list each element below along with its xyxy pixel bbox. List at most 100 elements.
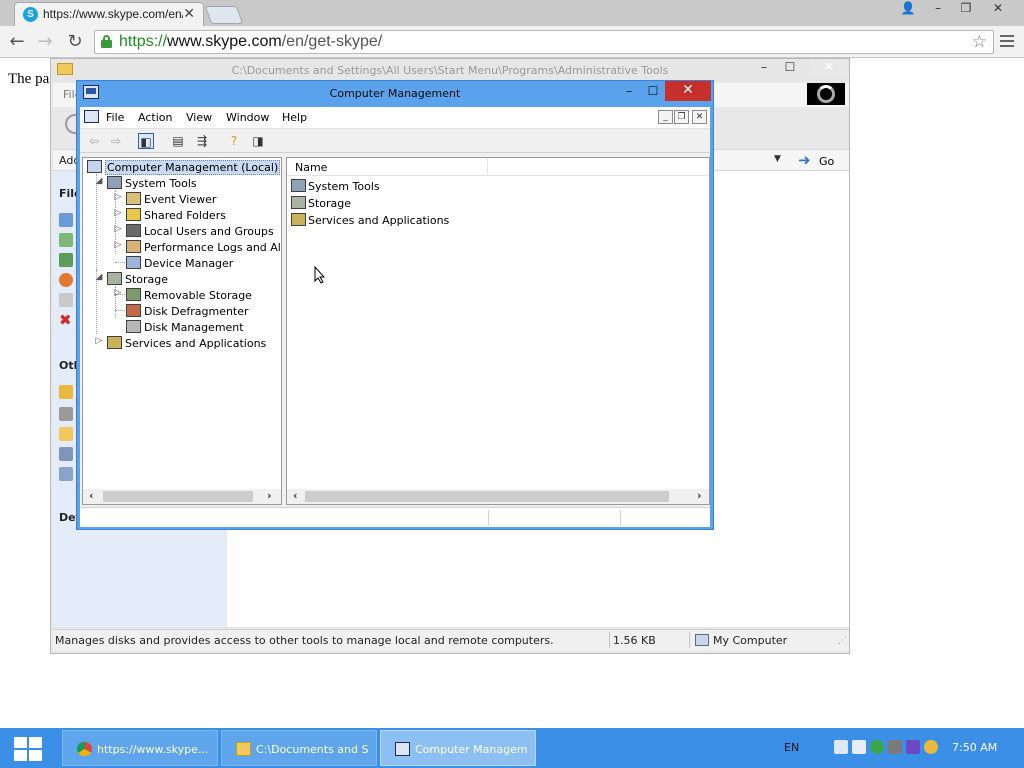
language-indicator[interactable]: EN	[784, 741, 799, 754]
mdi-close-button[interactable]: ✕	[692, 110, 707, 124]
address-dropdown-icon[interactable]: ▼	[774, 154, 781, 164]
tree-shared-folders[interactable]: ▷ Shared Folders	[115, 208, 226, 223]
address-bar[interactable]: https://www.skype.com/en/get-skype/ ☆	[94, 30, 994, 54]
expand-arrow-icon[interactable]: ▷	[113, 208, 123, 218]
folder-icon-2[interactable]	[59, 427, 73, 441]
taskbar-item-explorer[interactable]: C:\Documents and S...	[221, 730, 377, 766]
tree-event-viewer[interactable]: ▷ Event Viewer	[115, 192, 216, 207]
scroll-thumb[interactable]	[103, 491, 253, 502]
tree-local-users[interactable]: ▷ Local Users and Groups	[115, 224, 274, 239]
mouse-cursor-icon	[314, 266, 326, 284]
cm-minimize-button[interactable]: –	[617, 83, 641, 101]
cm-maximize-button[interactable]: ☐	[641, 83, 665, 101]
mdi-system-menu-icon[interactable]	[84, 110, 99, 123]
task-icon-3[interactable]	[59, 253, 73, 267]
back-arrow-icon[interactable]: ←	[6, 31, 28, 53]
folder-icon-1[interactable]	[59, 385, 73, 399]
resize-grip-icon[interactable]: ⋰	[838, 636, 847, 646]
clock[interactable]: 7:50 AM	[952, 741, 997, 754]
tray-safely-remove-icon[interactable]	[852, 740, 866, 754]
tree-disk-defragmenter[interactable]: Disk Defragmenter	[126, 304, 249, 319]
column-header-name[interactable]: Name	[287, 158, 709, 176]
mdi-restore-button[interactable]: ❐	[674, 110, 689, 124]
tree-root[interactable]: Computer Management (Local)	[87, 160, 281, 175]
tab-close-icon[interactable]: ✕	[183, 6, 195, 22]
windows-start-icon[interactable]	[14, 737, 42, 761]
chrome-menu-icon[interactable]	[1000, 32, 1016, 52]
detail-horizontal-scrollbar[interactable]: ‹ ›	[287, 489, 709, 504]
computer-management-icon	[395, 742, 410, 756]
new-tab-button[interactable]	[204, 6, 244, 24]
scroll-right-icon[interactable]: ›	[267, 489, 272, 503]
tab-skype[interactable]: S https://www.skype.com/en/ ✕	[14, 2, 204, 26]
properties-icon[interactable]: ▤	[170, 133, 186, 149]
close-window-button[interactable]: ✕	[984, 0, 1012, 18]
forward-arrow-icon[interactable]: →	[34, 31, 56, 53]
tree-performance-logs[interactable]: ▷ Performance Logs and Alert	[115, 240, 281, 255]
computer-icon[interactable]	[59, 447, 73, 461]
bookmark-star-icon[interactable]: ☆	[972, 32, 987, 52]
tray-shield-icon[interactable]	[888, 740, 902, 754]
task-icon-4[interactable]	[59, 273, 73, 287]
scroll-left-icon[interactable]: ‹	[89, 489, 94, 503]
taskbar-item-chrome[interactable]: https://www.skype....	[62, 730, 218, 766]
tree-disk-management[interactable]: Disk Management	[126, 320, 244, 335]
expand-arrow-icon[interactable]: ▷	[113, 224, 123, 234]
menu-help[interactable]: Help	[282, 111, 307, 124]
tray-app-icon[interactable]	[906, 740, 920, 754]
task-icon-5[interactable]	[59, 293, 73, 307]
reload-icon[interactable]: ↻	[64, 31, 86, 53]
menu-window[interactable]: Window	[226, 111, 269, 124]
cm-close-button[interactable]: ✕	[665, 81, 711, 101]
expand-arrow-icon[interactable]: ▷	[113, 288, 123, 298]
tree-removable-storage[interactable]: ▷ Removable Storage	[115, 288, 252, 303]
tray-network-icon[interactable]	[834, 740, 848, 754]
task-icon-1[interactable]	[59, 213, 73, 227]
scroll-right-icon[interactable]: ›	[697, 489, 702, 503]
menu-file[interactable]: File	[106, 111, 124, 124]
network-icon[interactable]	[59, 467, 73, 481]
collapse-arrow-icon[interactable]: ◢	[94, 272, 104, 282]
status-separator	[689, 632, 690, 648]
scroll-left-icon[interactable]: ‹	[293, 489, 298, 503]
tray-globe-icon[interactable]	[870, 740, 884, 754]
restore-button[interactable]: ❐	[952, 0, 980, 18]
delete-x-icon[interactable]: ✖	[59, 313, 73, 328]
list-item-services[interactable]: Services and Applications	[291, 213, 449, 229]
tree-horizontal-scrollbar[interactable]: ‹ ›	[83, 489, 281, 504]
explorer-close-button[interactable]: ✕	[809, 59, 849, 77]
url-text[interactable]: https://www.skype.com/en/get-skype/	[119, 33, 382, 51]
explorer-maximize-button[interactable]: ☐	[777, 59, 803, 77]
printer-icon[interactable]	[59, 407, 73, 421]
tree-storage[interactable]: ◢ Storage	[96, 272, 168, 287]
task-icon-2[interactable]	[59, 233, 73, 247]
tree-device-manager[interactable]: Device Manager	[126, 256, 233, 271]
taskbar-item-computer-management[interactable]: Computer Managem...	[380, 730, 536, 766]
list-item-system-tools[interactable]: System Tools	[291, 179, 380, 195]
tree-services-applications[interactable]: ▷ Services and Applications	[96, 336, 266, 351]
show-hide-tree-icon[interactable]: ◧	[138, 133, 154, 149]
mdi-minimize-button[interactable]: _	[658, 110, 673, 124]
back-icon[interactable]: ⇦	[86, 133, 102, 149]
cm-titlebar[interactable]: Computer Management – ☐ ✕	[77, 81, 713, 105]
user-icon[interactable]: 👤	[894, 0, 922, 18]
tree-system-tools[interactable]: ◢ System Tools	[96, 176, 197, 191]
menu-view[interactable]: View	[186, 111, 212, 124]
expand-arrow-icon[interactable]: ▷	[113, 240, 123, 250]
export-list-icon[interactable]: ⇶	[194, 133, 210, 149]
menu-action[interactable]: Action	[138, 111, 172, 124]
help-icon[interactable]: ?	[226, 133, 242, 149]
go-button[interactable]: Go	[819, 155, 834, 168]
explorer-minimize-button[interactable]: –	[751, 59, 777, 77]
tray-clock-icon[interactable]	[924, 740, 938, 754]
forward-icon[interactable]: ⇨	[108, 133, 124, 149]
expand-arrow-icon[interactable]: ▷	[113, 192, 123, 202]
go-arrow-icon[interactable]: ➜	[798, 151, 811, 169]
collapse-arrow-icon[interactable]: ◢	[94, 176, 104, 186]
list-item-storage[interactable]: Storage	[291, 196, 351, 212]
minimize-button[interactable]: –	[924, 0, 952, 18]
explorer-titlebar[interactable]: C:\Documents and Settings\All Users\Star…	[51, 59, 849, 81]
scroll-thumb[interactable]	[305, 491, 669, 502]
show-action-pane-icon[interactable]: ◨	[250, 133, 266, 149]
expand-arrow-icon[interactable]: ▷	[94, 336, 104, 346]
